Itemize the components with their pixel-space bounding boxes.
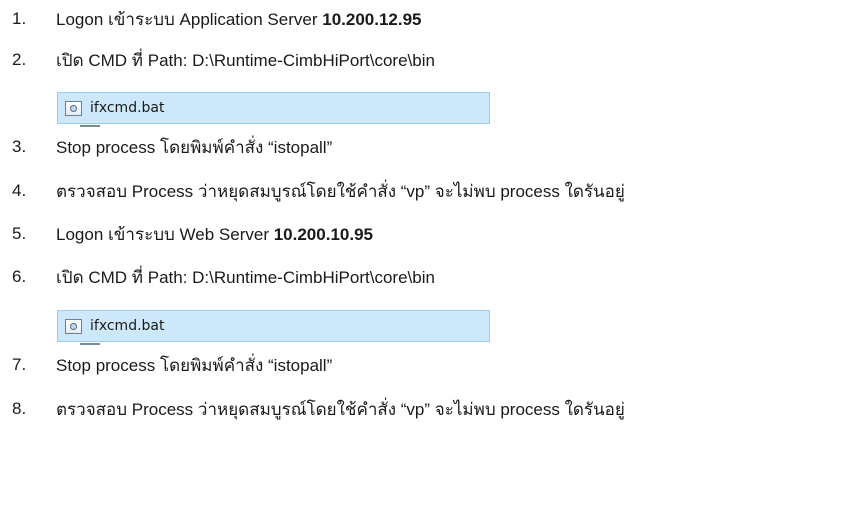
step-text: เปิด CMD ที่ Path: D:\Runtime-CimbHiPort… [56,50,435,70]
file-item-ifxcmd[interactable]: ifxcmd.bat [57,310,490,342]
step-number: 6. [12,267,27,286]
divider [80,125,100,127]
step-number: 5. [12,224,27,243]
server-ip: 10.200.10.95 [273,224,373,244]
batch-file-icon [65,318,82,334]
batch-file-icon [65,100,82,116]
step-text: Stop process โดยพิมพ์คำสั่ง “istopall” [56,355,333,375]
step-number: 2. [12,50,27,69]
divider [80,343,100,345]
step-text: Stop process โดยพิมพ์คำสั่ง “istopall” [56,137,333,157]
step-text: Logon เข้าระบบ Application Server 10.200… [56,9,422,29]
document-page: 1. Logon เข้าระบบ Application Server 10.… [0,0,868,519]
step-text: ตรวจสอบ Process ว่าหยุดสมบูรณ์โดยใช้คำสั… [56,181,625,201]
step-number: 7. [12,355,27,374]
step-number: 8. [12,399,27,418]
step-number: 4. [12,181,27,200]
server-ip: 10.200.12.95 [322,9,422,29]
step-number: 3. [12,137,27,156]
step-number: 1. [12,9,27,28]
step-text: Logon เข้าระบบ Web Server 10.200.10.95 [56,224,373,244]
file-name: ifxcmd.bat [90,100,165,116]
file-name: ifxcmd.bat [90,318,165,334]
file-item-ifxcmd[interactable]: ifxcmd.bat [57,92,490,124]
step-text: เปิด CMD ที่ Path: D:\Runtime-CimbHiPort… [56,267,435,287]
step-text: ตรวจสอบ Process ว่าหยุดสมบูรณ์โดยใช้คำสั… [56,399,625,419]
